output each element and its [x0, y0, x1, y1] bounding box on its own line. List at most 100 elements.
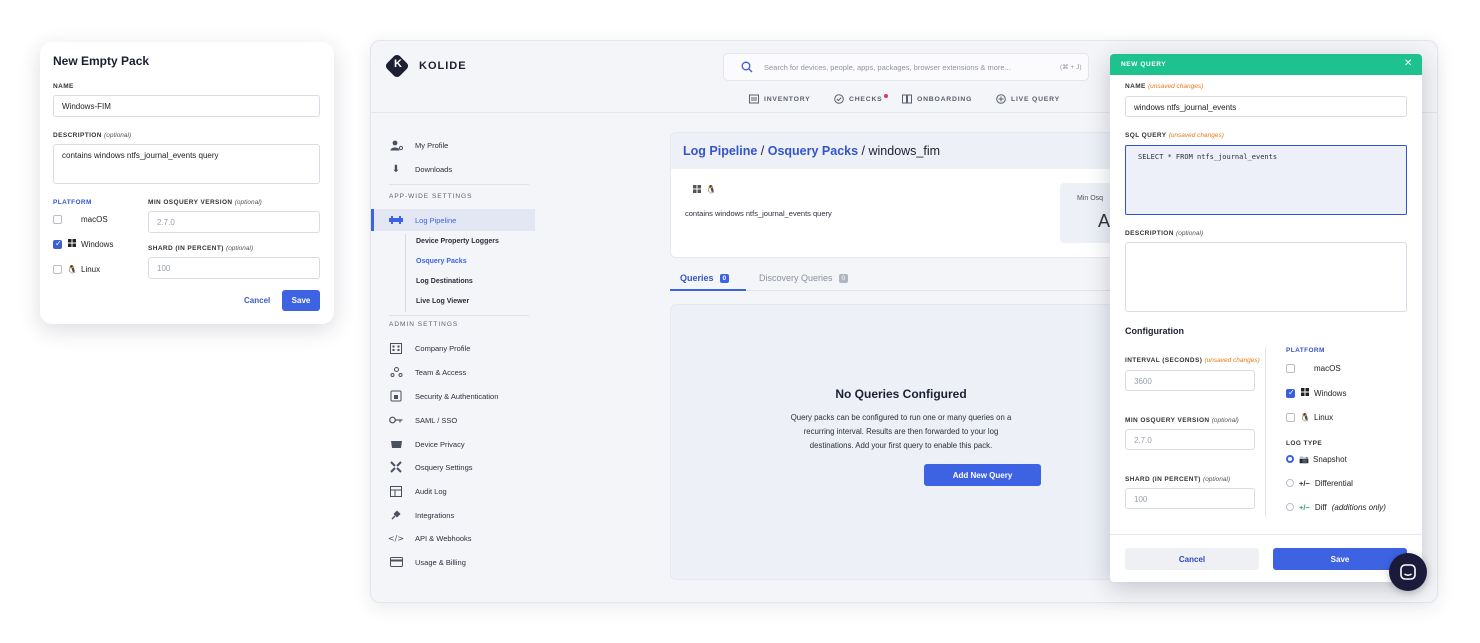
sidebar-item-api-webhooks[interactable]: </> API & Webhooks [388, 531, 472, 545]
camera-icon: 📷 [1299, 454, 1309, 464]
tab-queries[interactable]: Queries 0 [680, 273, 730, 283]
empty-state-body: Query packs can be configured to run one… [790, 413, 1012, 450]
cancel-button[interactable]: Cancel [1125, 548, 1259, 570]
breadcrumb-log-pipeline[interactable]: Log Pipeline [683, 144, 757, 158]
query-platform-macos[interactable]: macOS [1286, 362, 1341, 374]
sidebar-item-audit-log[interactable]: Audit Log [389, 484, 447, 498]
pack-name-input[interactable]: Windows-FIM [53, 95, 320, 117]
key-icon [389, 414, 403, 426]
configuration-heading: Configuration [1125, 326, 1184, 336]
sidebar-item-saml-sso[interactable]: SAML / SSO [389, 413, 457, 427]
sidebar-divider [389, 315, 529, 316]
query-description-input[interactable] [1125, 242, 1407, 312]
profile-icon [389, 139, 403, 151]
osquery-icon [389, 461, 403, 473]
nav-onboarding[interactable]: ONBOARDING [902, 94, 972, 104]
diff-additions-radio[interactable] [1286, 503, 1294, 511]
sidebar-item-usage-billing[interactable]: Usage & Billing [389, 555, 466, 569]
min-version-input[interactable]: 2.7.0 [148, 211, 320, 233]
log-type-differential[interactable]: +/− Differential [1286, 477, 1353, 489]
windows-checkbox[interactable] [53, 239, 62, 249]
query-min-version-input[interactable]: 2.7.0 [1125, 429, 1255, 450]
close-icon[interactable]: ✕ [1404, 58, 1412, 69]
search-icon [741, 61, 753, 73]
plug-icon [389, 509, 403, 521]
snapshot-radio[interactable] [1286, 455, 1294, 463]
windows-icon [1300, 388, 1309, 398]
sidebar-sub-live-log-viewer[interactable]: Live Log Viewer [416, 298, 469, 305]
query-platform-linux[interactable]: 🐧 Linux [1286, 411, 1333, 423]
queries-count-badge: 0 [719, 273, 730, 283]
privacy-icon [389, 438, 403, 450]
interval-label: INTERVAL (SECONDS) (unsaved changes) [1125, 357, 1260, 364]
new-pack-modal: New Empty Pack NAME Windows-FIM DESCRIPT… [40, 42, 334, 324]
platform-windows[interactable]: Windows [53, 238, 113, 250]
pipeline-icon [389, 214, 403, 226]
security-icon [389, 390, 403, 402]
differential-radio[interactable] [1286, 479, 1294, 487]
linux-checkbox[interactable] [53, 264, 62, 274]
macos-checkbox[interactable] [53, 214, 62, 224]
macos-checkbox[interactable] [1286, 363, 1295, 373]
query-platform-label: PLATFORM [1286, 347, 1325, 354]
linux-icon: 🐧 [1300, 412, 1310, 422]
platform-macos[interactable]: macOS [53, 213, 108, 225]
query-min-version-label: MIN OSQUERY VERSION (optional) [1125, 417, 1239, 424]
query-name-input[interactable]: windows ntfs_journal_events [1125, 96, 1407, 117]
modal-title: New Empty Pack [53, 54, 150, 68]
min-version-label: MIN OSQUERY VERSION (optional) [148, 199, 262, 206]
linux-checkbox[interactable] [1286, 412, 1295, 422]
empty-state-title: No Queries Configured [835, 387, 967, 401]
tab-discovery-queries[interactable]: Discovery Queries 0 [759, 273, 849, 283]
breadcrumb-osquery-packs[interactable]: Osquery Packs [768, 144, 858, 158]
pack-card: Log Pipeline / Osquery Packs / windows_f… [670, 132, 1130, 258]
sql-query-label: SQL QUERY (unsaved changes) [1125, 132, 1224, 139]
interval-input[interactable]: 3600 [1125, 370, 1255, 391]
sidebar-item-security[interactable]: Security & Authentication [389, 389, 498, 403]
global-search[interactable]: Search for devices, people, apps, packag… [723, 53, 1089, 81]
panel-title: NEW QUERY [1121, 61, 1167, 68]
sidebar-item-my-profile[interactable]: My Profile [389, 138, 448, 152]
name-label: NAME [53, 83, 74, 90]
sidebar-item-team-access[interactable]: Team & Access [389, 365, 466, 379]
query-description-label: DESCRIPTION (optional) [1125, 230, 1204, 237]
sidebar-item-integrations[interactable]: Integrations [389, 508, 454, 522]
cancel-button[interactable]: Cancel [244, 296, 270, 305]
additions-icon: +/− [1299, 502, 1310, 512]
sql-query-editor[interactable]: SELECT * FROM ntfs_journal_events [1125, 145, 1407, 215]
new-query-panel: NEW QUERY ✕ NAME (unsaved changes) windo… [1110, 54, 1422, 582]
save-button[interactable]: Save [282, 290, 320, 311]
windows-icon [67, 239, 76, 249]
sidebar-item-downloads[interactable]: ⬇ Downloads [389, 162, 452, 176]
live-query-icon [996, 94, 1006, 104]
query-platform-windows[interactable]: Windows [1286, 387, 1346, 399]
nav-checks[interactable]: CHECKS [834, 94, 888, 104]
sidebar-sub-log-destinations[interactable]: Log Destinations [416, 278, 473, 285]
linux-icon: 🐧 [706, 185, 716, 194]
nav-live-query[interactable]: LIVE QUERY [996, 94, 1060, 104]
query-shard-input[interactable]: 100 [1125, 488, 1255, 509]
sidebar-item-device-privacy[interactable]: Device Privacy [389, 437, 465, 451]
log-type-diff-additions[interactable]: +/− Diff (additions only) [1286, 501, 1386, 513]
shard-input[interactable]: 100 [148, 257, 320, 279]
nav-inventory[interactable]: INVENTORY [749, 94, 810, 104]
platform-linux[interactable]: 🐧 Linux [53, 263, 100, 275]
sql-query-text: SELECT * FROM ntfs_journal_events [1138, 153, 1278, 161]
log-type-snapshot[interactable]: 📷 Snapshot [1286, 453, 1347, 465]
sidebar-item-log-pipeline[interactable]: Log Pipeline [389, 213, 456, 227]
sidebar-sub-device-property-loggers[interactable]: Device Property Loggers [416, 238, 499, 245]
query-name-label: NAME (unsaved changes) [1125, 83, 1204, 90]
sidebar-sub-osquery-packs[interactable]: Osquery Packs [416, 258, 467, 265]
pack-platforms: 🐧 [688, 185, 716, 195]
save-button[interactable]: Save [1273, 548, 1407, 570]
add-new-query-button[interactable]: Add New Query [924, 464, 1041, 486]
windows-icon [693, 185, 701, 195]
sidebar-item-osquery-settings[interactable]: Osquery Settings [389, 460, 473, 474]
onboarding-icon [902, 94, 912, 104]
windows-checkbox[interactable] [1286, 388, 1295, 398]
chat-launcher-button[interactable] [1389, 553, 1427, 591]
sidebar-item-company-profile[interactable]: Company Profile [389, 341, 470, 355]
active-indicator [371, 209, 374, 231]
empty-state-panel: No Queries Configured Query packs can be… [670, 304, 1130, 580]
pack-description-input[interactable]: contains windows ntfs_journal_events que… [53, 144, 320, 184]
